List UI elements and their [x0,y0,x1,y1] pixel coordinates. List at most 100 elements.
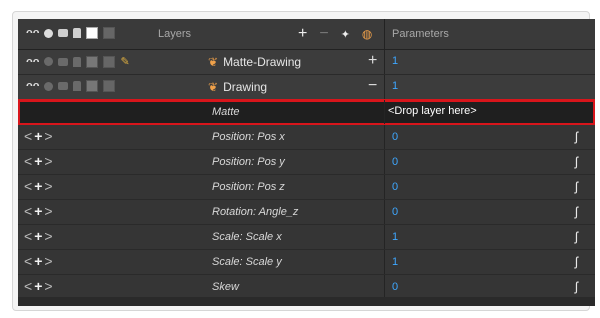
param-row[interactable]: <+> Position: Pos x 0 ʃ [18,125,595,150]
param-value[interactable]: 0 [392,156,398,168]
param-row[interactable]: <+> Position: Pos y 0 ʃ [18,150,595,175]
drop-layer-field[interactable]: <Drop layer here> [388,105,477,117]
drawing-layer-icon: ❦ [208,55,219,69]
param-value[interactable]: 0 [392,131,398,143]
next-keyframe-icon[interactable]: > [44,228,54,244]
param-value[interactable]: 0 [392,181,398,193]
show-icon[interactable] [44,28,54,38]
panel-footer [18,297,595,306]
collapse-button[interactable]: − [368,78,377,94]
param-label: Position: Pos x [212,131,285,143]
layer-name[interactable]: ❦ Matte-Drawing [208,55,301,69]
matte-label: Matte [212,106,240,118]
thumbnail-icon[interactable] [103,55,116,68]
color-swatch-icon[interactable] [86,80,99,92]
function-curve-icon[interactable]: ʃ [575,204,578,219]
next-keyframe-icon[interactable]: > [44,203,54,219]
layer-stack-icon[interactable] [58,57,69,66]
animate-toggle-icon[interactable]: ᴖᴖ [26,56,39,68]
matte-row[interactable]: Matte <Drop layer here> [18,99,595,126]
drawing-layer-icon: ❦ [208,80,219,94]
layer-name-text: Drawing [223,80,268,94]
layer-stack-icon[interactable] [58,29,69,37]
visibility-icon[interactable] [44,57,54,66]
add-drawing-layer-icon[interactable]: ✦ [341,28,350,41]
lock-icon[interactable] [73,28,82,38]
param-value[interactable]: 0 [392,206,398,218]
add-keyframe-icon[interactable]: + [34,153,44,169]
function-curve-icon[interactable]: ʃ [575,254,578,269]
add-keyframe-icon[interactable]: + [34,128,44,144]
prev-keyframe-icon[interactable]: < [24,203,34,219]
prev-keyframe-icon[interactable]: < [24,278,34,294]
param-value[interactable]: 1 [392,256,398,268]
add-keyframe-icon[interactable]: + [34,228,44,244]
next-keyframe-icon[interactable]: > [44,278,54,294]
layer-name[interactable]: ❦ Drawing [208,80,267,94]
next-keyframe-icon[interactable]: > [44,153,54,169]
animate-toggle-icon[interactable]: ᴖᴖ [26,27,39,39]
panel-header: ᴖᴖ Layers + − ✦ ◍ Parameters [18,19,595,50]
next-keyframe-icon[interactable]: > [44,253,54,269]
pencil-icon[interactable]: ✎ [120,55,129,68]
add-peg-icon[interactable]: ◍ [362,27,372,41]
function-curve-icon[interactable]: ʃ [575,229,578,244]
add-keyframe-icon[interactable]: + [34,278,44,294]
keyframe-nav[interactable]: <+> [24,253,55,269]
layer-stack-icon[interactable] [58,82,69,90]
color-swatch-icon[interactable] [86,27,99,39]
keyframe-nav[interactable]: <+> [24,178,55,194]
prev-keyframe-icon[interactable]: < [24,153,34,169]
visibility-icon[interactable] [44,81,54,91]
add-keyframe-icon[interactable]: + [34,178,44,194]
prev-keyframe-icon[interactable]: < [24,128,34,144]
parameters-title: Parameters [392,28,449,40]
row-divider [384,50,385,74]
thumbnail-icon[interactable] [103,80,116,92]
prev-keyframe-icon[interactable]: < [24,228,34,244]
color-swatch-icon[interactable] [86,55,99,68]
prev-keyframe-icon[interactable]: < [24,253,34,269]
param-row[interactable]: <+> Position: Pos z 0 ʃ [18,175,595,200]
param-label: Position: Pos y [212,156,285,168]
function-curve-icon[interactable]: ʃ [575,154,578,169]
row-divider [384,175,385,199]
lock-icon[interactable] [73,56,82,67]
param-label: Skew [212,281,239,293]
param-row[interactable]: <+> Scale: Scale x 1 ʃ [18,225,595,250]
param-label: Position: Pos z [212,181,285,193]
layer-row[interactable]: ᴖᴖ ✎ ❦ Matte-Drawing + 1 [18,50,595,75]
add-keyframe-icon[interactable]: + [34,253,44,269]
keyframe-nav[interactable]: <+> [24,153,55,169]
row-divider [384,275,385,299]
remove-layer-icon[interactable]: − [319,25,328,43]
layer-row[interactable]: ᴖᴖ ❦ Drawing − 1 [18,75,595,100]
layer-row-toggles: ᴖᴖ [26,80,116,92]
add-layer-icon[interactable]: + [298,25,307,43]
layer-value[interactable]: 1 [392,80,398,92]
row-divider [384,75,385,99]
keyframe-nav[interactable]: <+> [24,228,55,244]
keyframe-nav[interactable]: <+> [24,128,55,144]
expand-button[interactable]: + [368,53,377,69]
layer-row-toggles: ᴖᴖ ✎ [26,55,130,68]
function-curve-icon[interactable]: ʃ [575,129,578,144]
function-curve-icon[interactable]: ʃ [575,279,578,294]
param-row[interactable]: <+> Scale: Scale y 1 ʃ [18,250,595,275]
add-keyframe-icon[interactable]: + [34,203,44,219]
prev-keyframe-icon[interactable]: < [24,178,34,194]
param-value[interactable]: 1 [392,231,398,243]
animate-toggle-icon[interactable]: ᴖᴖ [26,80,39,92]
next-keyframe-icon[interactable]: > [44,178,54,194]
param-value[interactable]: 0 [392,281,398,293]
thumbnail-icon[interactable] [103,27,116,39]
keyframe-nav[interactable]: <+> [24,203,55,219]
param-row[interactable]: <+> Rotation: Angle_z 0 ʃ [18,200,595,225]
lock-icon[interactable] [73,81,82,91]
layer-name-text: Matte-Drawing [223,55,302,69]
header-tools: + − ✦ ◍ [298,25,372,43]
keyframe-nav[interactable]: <+> [24,278,55,294]
function-curve-icon[interactable]: ʃ [575,179,578,194]
layer-value[interactable]: 1 [392,55,398,67]
next-keyframe-icon[interactable]: > [44,128,54,144]
